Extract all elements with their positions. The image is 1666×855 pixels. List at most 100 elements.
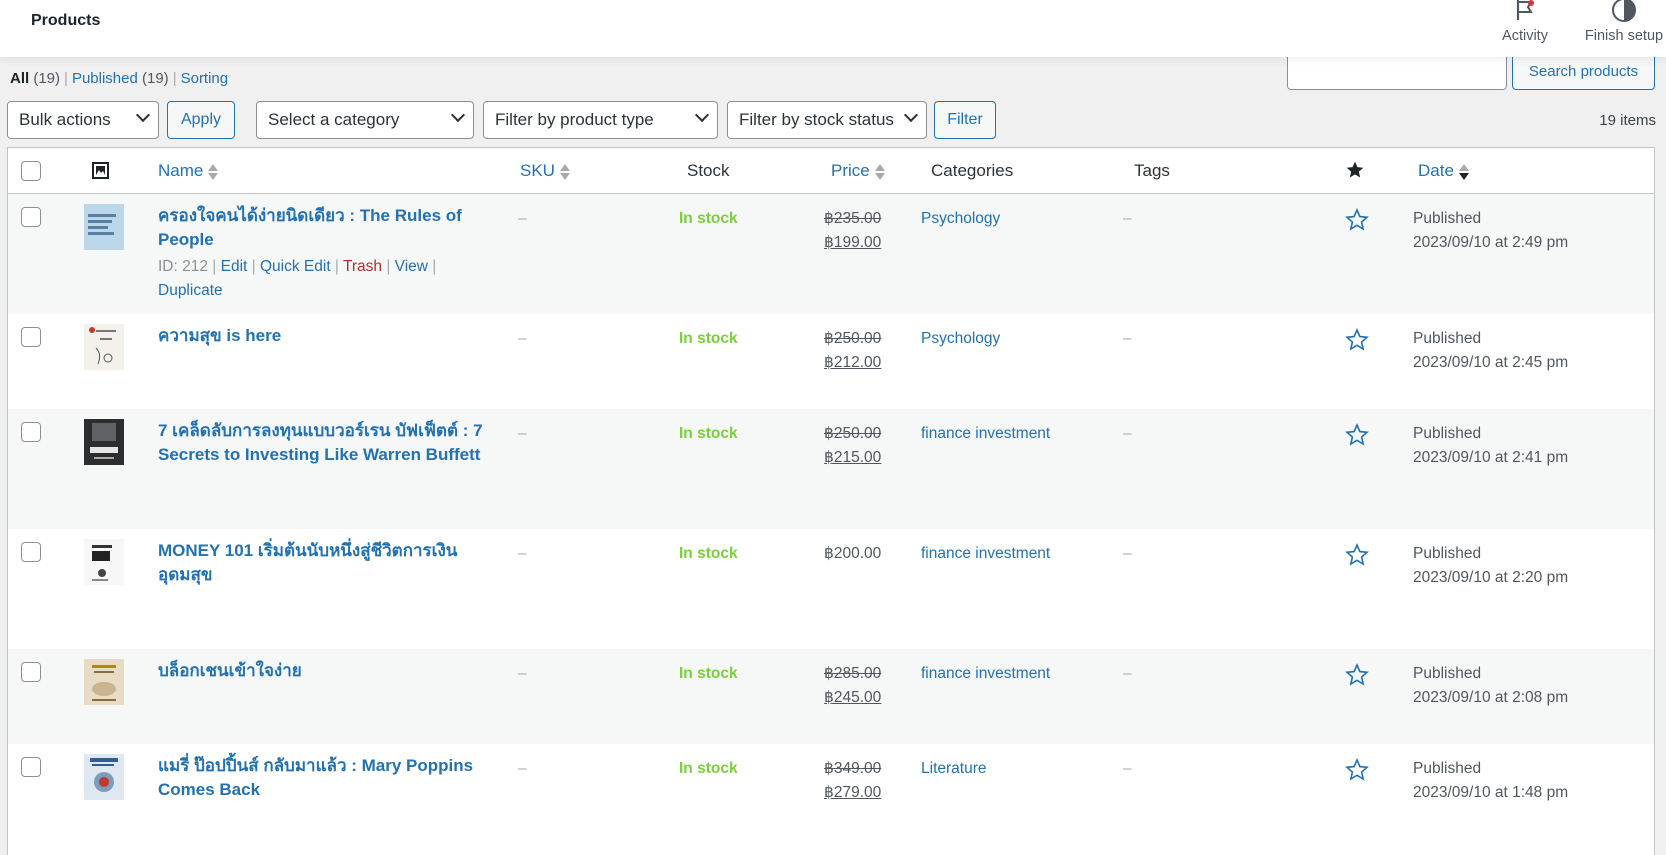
table-row: แมรี่ ป๊อปปิ้นส์ กลับมาแล้ว : Mary Poppi… [8, 744, 1654, 855]
column-name[interactable]: Name [158, 161, 219, 181]
row-checkbox[interactable] [21, 757, 41, 777]
category-link[interactable]: finance investment [921, 542, 1050, 566]
regular-price: ฿250.00 [824, 330, 882, 347]
product-name-link[interactable]: 7 เคล็ดลับการลงทุนแบบวอร์เรน บัฟเฟ็ตต์ :… [158, 419, 488, 467]
finish-setup-label: Finish setup [1584, 28, 1664, 44]
product-name-link[interactable]: ครองใจคนได้ง่ายนิดเดียว : The Rules of P… [158, 204, 488, 252]
view-link[interactable]: View [395, 258, 428, 275]
tags-value: – [1123, 545, 1132, 562]
trash-link[interactable]: Trash [343, 258, 382, 275]
filter-button[interactable]: Filter [934, 101, 996, 139]
select-all-checkbox[interactable] [21, 161, 41, 181]
product-thumbnail[interactable] [84, 419, 124, 465]
bulk-actions-select[interactable]: Bulk actions [7, 101, 159, 139]
view-filters: All (19) | Published (19) | Sorting [10, 70, 229, 87]
product-name-link[interactable]: บล็อกเชนเข้าใจง่าย [158, 659, 488, 683]
sort-arrows-icon [208, 163, 219, 181]
price-value: ฿250.00 ฿215.00 [824, 422, 881, 470]
featured-star-icon[interactable] [1345, 160, 1365, 180]
row-actions: ID: 212 | Edit | Quick Edit | Trash | Vi… [158, 258, 437, 299]
view-published-label: Published [71, 70, 138, 87]
price-value: ฿285.00 ฿245.00 [824, 662, 881, 710]
stock-status-select[interactable]: Filter by stock status [727, 101, 927, 139]
featured-star-icon[interactable] [1345, 758, 1369, 782]
date-value: Published 2023/09/10 at 2:49 pm [1413, 207, 1568, 255]
status-text: Published [1413, 425, 1482, 442]
row-checkbox[interactable] [21, 207, 41, 227]
tags-value: – [1123, 665, 1132, 682]
table-row: 7 เคล็ดลับการลงทุนแบบวอร์เรน บัฟเฟ็ตต์ :… [8, 409, 1654, 529]
chevron-down-icon [135, 107, 151, 123]
featured-star-icon[interactable] [1345, 208, 1369, 232]
sale-price: ฿245.00 [824, 689, 882, 706]
product-id: ID: 212 [158, 258, 208, 275]
sku-value: – [518, 425, 527, 442]
category-link[interactable]: finance investment [921, 662, 1050, 686]
category-link[interactable]: Psychology [921, 327, 1000, 351]
featured-star-icon[interactable] [1345, 328, 1369, 352]
apply-button[interactable]: Apply [167, 101, 235, 139]
regular-price: ฿200.00 [824, 545, 882, 562]
row-checkbox[interactable] [21, 662, 41, 682]
date-value: Published 2023/09/10 at 1:48 pm [1413, 757, 1568, 805]
activity-label: Activity [1502, 28, 1548, 44]
price-value: ฿235.00 ฿199.00 [824, 207, 881, 255]
row-checkbox[interactable] [21, 422, 41, 442]
search-products-button[interactable]: Search products [1512, 52, 1655, 90]
product-name-link[interactable]: MONEY 101 เริ่มต้นนับหนึ่งสู่ชีวิตการเงิ… [158, 539, 488, 587]
product-thumbnail[interactable] [84, 204, 124, 250]
featured-star-icon[interactable] [1345, 663, 1369, 687]
category-link[interactable]: finance investment [921, 422, 1050, 446]
date-value: Published 2023/09/10 at 2:08 pm [1413, 662, 1568, 710]
top-header: Products Activity Finish setup [0, 0, 1666, 57]
view-sorting-link[interactable]: Sorting [181, 70, 229, 87]
category-link[interactable]: Literature [921, 757, 986, 781]
date-value: Published 2023/09/10 at 2:20 pm [1413, 542, 1568, 590]
category-link[interactable]: Psychology [921, 207, 1000, 231]
product-type-select-value: Filter by product type [495, 110, 654, 129]
view-published-link[interactable]: Published (19) [72, 70, 169, 87]
product-thumbnail[interactable] [84, 539, 124, 585]
duplicate-link[interactable]: Duplicate [158, 282, 223, 299]
status-text: Published [1413, 760, 1482, 777]
row-checkbox[interactable] [21, 542, 41, 562]
finish-setup-button[interactable]: Finish setup [1578, 0, 1666, 44]
sort-arrows-icon [874, 163, 885, 181]
regular-price: ฿235.00 [824, 210, 882, 227]
row-checkbox[interactable] [21, 327, 41, 347]
category-select[interactable]: Select a category [256, 101, 474, 139]
activity-button[interactable]: Activity [1490, 0, 1560, 44]
product-thumbnail[interactable] [84, 754, 124, 800]
search-input[interactable] [1287, 52, 1507, 90]
sort-arrows-icon [559, 163, 570, 181]
column-sku[interactable]: SKU [520, 161, 570, 181]
featured-star-icon[interactable] [1345, 423, 1369, 447]
tags-value: – [1123, 760, 1132, 777]
quick-edit-link[interactable]: Quick Edit [260, 258, 331, 275]
date-value: Published 2023/09/10 at 2:45 pm [1413, 327, 1568, 375]
table-row: ความสุข is here – In stock ฿250.00 ฿212.0… [8, 314, 1654, 409]
column-date[interactable]: Date [1418, 161, 1469, 181]
products-table: Name SKU Stock Price Categories Tags Dat… [7, 147, 1655, 855]
featured-star-icon[interactable] [1345, 543, 1369, 567]
product-name-link[interactable]: แมรี่ ป๊อปปิ้นส์ กลับมาแล้ว : Mary Poppi… [158, 754, 488, 802]
column-sku-label: SKU [520, 161, 555, 180]
edit-link[interactable]: Edit [221, 258, 248, 275]
regular-price: ฿349.00 [824, 760, 882, 777]
product-type-select[interactable]: Filter by product type [483, 101, 718, 139]
date-text: 2023/09/10 at 2:08 pm [1413, 689, 1569, 706]
view-all-count: (19) [33, 70, 61, 87]
status-text: Published [1413, 210, 1482, 227]
price-value: ฿250.00 ฿212.00 [824, 327, 881, 375]
column-stock: Stock [687, 161, 730, 180]
stock-status: In stock [679, 665, 738, 682]
column-price[interactable]: Price [831, 161, 885, 181]
product-name-link[interactable]: ความสุข is here [158, 324, 488, 348]
regular-price: ฿250.00 [824, 425, 882, 442]
product-thumbnail[interactable] [84, 324, 124, 370]
view-all-link[interactable]: All (19) [10, 70, 60, 87]
column-tags: Tags [1134, 161, 1170, 180]
product-thumbnail[interactable] [84, 659, 124, 705]
status-text: Published [1413, 545, 1482, 562]
view-published-count: (19) [142, 70, 169, 87]
